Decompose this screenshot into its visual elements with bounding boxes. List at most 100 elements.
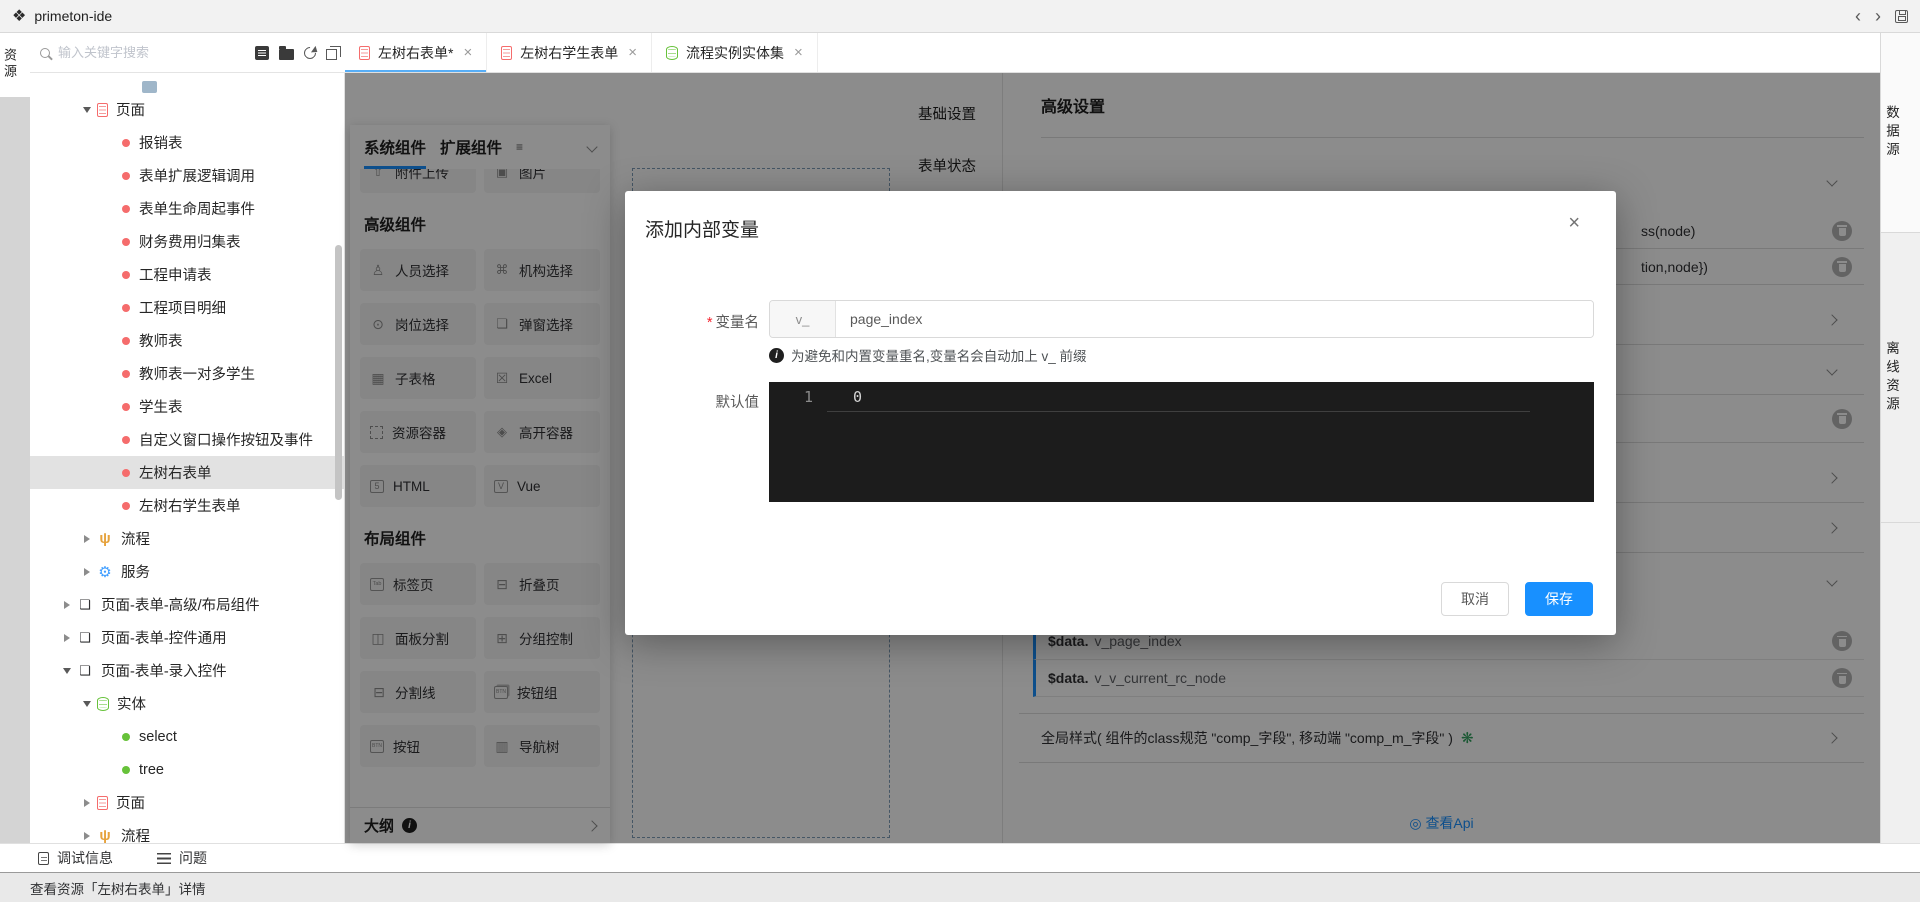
cancel-button[interactable]: 取消 bbox=[1441, 582, 1509, 616]
dialog-title: 添加内部变量 bbox=[645, 215, 759, 242]
expand-arrow-icon[interactable] bbox=[83, 107, 91, 113]
app-window: ❖ primeton-ide ‹ › 资源 左树右表单* × bbox=[0, 0, 1920, 902]
resources-strip-tab[interactable]: 资源 bbox=[0, 33, 30, 97]
app-title: primeton-ide bbox=[34, 8, 112, 24]
tree-scrollbar[interactable] bbox=[335, 245, 342, 500]
tab-close-icon[interactable]: × bbox=[628, 45, 637, 60]
save-layout-icon[interactable] bbox=[1895, 10, 1908, 23]
tree-item-icon bbox=[122, 304, 130, 312]
search-input[interactable] bbox=[58, 45, 247, 60]
tree-item-label: 教师表一对多学生 bbox=[139, 363, 255, 384]
status-bar: 查看资源「左树右表单」详情 bbox=[0, 872, 1920, 902]
tree-item-label: 自定义窗口操作按钮及事件 bbox=[139, 429, 313, 450]
tree-item-icon bbox=[77, 663, 93, 679]
tree-item-icon bbox=[122, 403, 130, 411]
tree-item-label: 页面-表单-控件通用 bbox=[101, 627, 227, 648]
tab-close-icon[interactable]: × bbox=[794, 45, 803, 60]
tree-item[interactable]: select bbox=[30, 720, 344, 753]
tree-item[interactable]: 表单生命周起事件 bbox=[30, 192, 344, 225]
clipped-tree-row bbox=[30, 73, 344, 93]
tree-item[interactable]: 左树右表单 bbox=[30, 456, 344, 489]
expand-arrow-icon[interactable] bbox=[64, 634, 70, 642]
tab-file-icon bbox=[501, 46, 512, 60]
tree-item[interactable]: 教师表一对多学生 bbox=[30, 357, 344, 390]
tree-item[interactable]: 教师表 bbox=[30, 324, 344, 357]
right-strip-tab[interactable]: 数据源 bbox=[1881, 33, 1920, 233]
current-line-indicator bbox=[827, 411, 1530, 412]
title-bar: ❖ primeton-ide ‹ › bbox=[0, 0, 1920, 33]
editor-tab[interactable]: 左树右学生表单 × bbox=[487, 33, 652, 72]
tree-item[interactable]: 服务 bbox=[30, 555, 344, 588]
variable-name-label: *变量名 bbox=[645, 311, 759, 332]
history-back-icon[interactable]: ‹ bbox=[1855, 7, 1861, 25]
debug-bar-item[interactable]: 调试信息 bbox=[38, 848, 113, 868]
tree-item-label: 报销表 bbox=[139, 132, 183, 153]
resource-tree: 页面 报销表 表单扩展逻辑调用 表单生命周起事件 财务费用归集表 工程 bbox=[30, 73, 345, 843]
editor-tab[interactable]: 流程实例实体集 × bbox=[652, 33, 818, 72]
expand-arrow-icon[interactable] bbox=[84, 832, 90, 840]
tree-item[interactable]: 财务费用归集表 bbox=[30, 225, 344, 258]
tree-item-label: 工程项目明细 bbox=[139, 297, 226, 318]
tree-item-icon bbox=[122, 370, 130, 378]
tab-close-icon[interactable]: × bbox=[463, 45, 472, 60]
page-wizard-icon[interactable] bbox=[255, 46, 269, 60]
editor-tab[interactable]: 左树右表单* × bbox=[345, 33, 487, 72]
tree-item[interactable]: 页面 bbox=[30, 93, 344, 126]
tree-item-label: 实体 bbox=[117, 693, 146, 714]
tree-item-label: 页面 bbox=[116, 792, 145, 813]
tree-item-label: 页面-表单-高级/布局组件 bbox=[101, 594, 260, 615]
tab-label: 左树右表单* bbox=[378, 43, 453, 63]
expand-arrow-icon[interactable] bbox=[63, 668, 71, 674]
expand-arrow-icon[interactable] bbox=[84, 568, 90, 576]
tree-item[interactable]: 实体 bbox=[30, 687, 344, 720]
tree-item-label: 流程 bbox=[121, 528, 150, 549]
tree-item-icon bbox=[122, 502, 130, 510]
tree-item-label: 表单生命周起事件 bbox=[139, 198, 255, 219]
clipped-icon bbox=[142, 81, 157, 93]
tree-item[interactable]: 流程 bbox=[30, 819, 344, 843]
add-variable-dialog: 添加内部变量 × *变量名 v_ i 为避免和内置变量重名,变量名会自动加上 v… bbox=[625, 191, 1616, 635]
expand-arrow-icon[interactable] bbox=[64, 601, 70, 609]
tree-item[interactable]: 学生表 bbox=[30, 390, 344, 423]
tab-label: 流程实例实体集 bbox=[686, 43, 784, 63]
expand-arrow-icon[interactable] bbox=[84, 799, 90, 807]
expand-arrow-icon[interactable] bbox=[83, 701, 91, 707]
tree-item-label: select bbox=[139, 729, 177, 745]
history-forward-icon[interactable]: › bbox=[1875, 7, 1881, 25]
expand-arrow-icon[interactable] bbox=[84, 535, 90, 543]
right-strip-tab[interactable]: 离线资源 bbox=[1881, 233, 1920, 523]
tree-item[interactable]: 左树右学生表单 bbox=[30, 489, 344, 522]
refresh-icon[interactable] bbox=[302, 44, 319, 61]
tree-item[interactable]: 报销表 bbox=[30, 126, 344, 159]
default-value-label: 默认值 bbox=[645, 391, 759, 412]
tree-item[interactable]: 页面-表单-录入控件 bbox=[30, 654, 344, 687]
tree-item-label: 工程申请表 bbox=[139, 264, 212, 285]
tree-item[interactable]: 页面-表单-控件通用 bbox=[30, 621, 344, 654]
tree-item-label: 左树右表单 bbox=[139, 462, 212, 483]
tree-item[interactable]: 流程 bbox=[30, 522, 344, 555]
tree-item-icon bbox=[122, 469, 130, 477]
save-button[interactable]: 保存 bbox=[1525, 582, 1593, 616]
tree-item[interactable]: tree bbox=[30, 753, 344, 786]
tree-item[interactable]: 页面 bbox=[30, 786, 344, 819]
tree-item-label: 服务 bbox=[121, 561, 150, 582]
tree-item-icon bbox=[122, 436, 130, 444]
tree-item-icon bbox=[122, 271, 130, 279]
new-folder-icon[interactable] bbox=[279, 49, 294, 60]
tree-item[interactable]: 工程申请表 bbox=[30, 258, 344, 291]
tree-item[interactable]: 工程项目明细 bbox=[30, 291, 344, 324]
tree-item[interactable]: 页面-表单-高级/布局组件 bbox=[30, 588, 344, 621]
tree-item[interactable]: 表单扩展逻辑调用 bbox=[30, 159, 344, 192]
tree-item-label: 页面 bbox=[116, 99, 145, 120]
tree-item-icon bbox=[97, 697, 109, 711]
tree-item[interactable]: 自定义窗口操作按钮及事件 bbox=[30, 423, 344, 456]
collapse-all-icon[interactable] bbox=[326, 49, 337, 60]
debug-bar-item-label: 调试信息 bbox=[57, 848, 113, 868]
tree-item-label: 流程 bbox=[121, 825, 150, 843]
variable-name-input[interactable] bbox=[836, 301, 1593, 337]
tree-item-label: tree bbox=[139, 762, 164, 778]
default-value-code-editor[interactable]: 1 0 bbox=[769, 382, 1594, 502]
close-icon[interactable]: × bbox=[1568, 213, 1580, 233]
debug-bar-item[interactable]: 问题 bbox=[157, 848, 207, 868]
primeton-logo-icon: ❖ bbox=[12, 6, 26, 26]
